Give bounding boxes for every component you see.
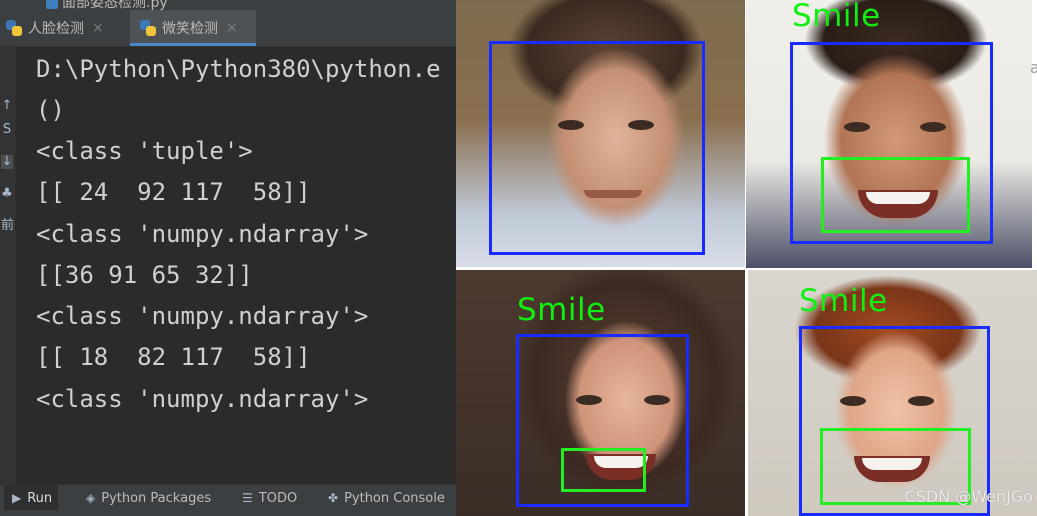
- scroll-up-icon[interactable]: ↑: [1, 99, 13, 113]
- smile-label: Smile: [517, 292, 606, 328]
- list-icon: ☰: [242, 491, 253, 505]
- smile-label: Smile: [799, 283, 888, 319]
- close-icon[interactable]: ×: [92, 20, 104, 36]
- partial-file-tab-label: 面部姿态检测.py: [62, 0, 168, 10]
- run-icon: ▶: [12, 491, 22, 505]
- console-line: <class 'tuple'>: [36, 137, 253, 165]
- face-bounding-box: [489, 41, 705, 255]
- python-file-icon: [46, 0, 58, 9]
- packages-icon: ◈: [86, 491, 96, 505]
- tab-label: 微笑检测: [162, 21, 218, 37]
- soft-wrap-icon[interactable]: S: [1, 123, 13, 137]
- status-strip: [0, 510, 456, 516]
- console-line: [[ 24 92 117 58]]: [36, 178, 311, 206]
- scroll-to-end-icon[interactable]: ↓: [1, 155, 13, 169]
- pin-icon[interactable]: 前: [1, 219, 14, 233]
- detection-result-image: Smile Smile Smile a CSDN @WenJGo: [456, 0, 1037, 516]
- tool-window-bar: ▶ Run ◈ Python Packages ☰ TODO ✤ Python …: [0, 484, 456, 511]
- python-file-icon: [6, 20, 22, 36]
- run-tab-label: Run: [27, 490, 53, 506]
- tab-smile-detection[interactable]: 微笑检测 ×: [130, 10, 256, 46]
- smile-bounding-box: [561, 448, 646, 492]
- python-icon: ✤: [328, 491, 339, 505]
- python-packages-tab-label: Python Packages: [101, 490, 212, 506]
- console-line: [[36 91 65 32]]: [36, 261, 253, 289]
- edge-text: a: [1030, 58, 1037, 77]
- tab-label: 人脸检测: [28, 21, 84, 37]
- todo-tab[interactable]: ☰ TODO: [242, 485, 297, 511]
- editor-tab-bar: 人脸检测 × 微笑检测 ×: [0, 10, 456, 47]
- settings-icon[interactable]: ♣: [1, 187, 13, 201]
- console-line: D:\Python\Python380\python.e: [36, 55, 441, 83]
- python-packages-tab[interactable]: ◈ Python Packages: [86, 485, 211, 511]
- run-toolbar-gutter: ↑ S ↓ ♣ 前: [0, 47, 15, 484]
- console-line: <class 'numpy.ndarray'>: [36, 220, 369, 248]
- todo-tab-label: TODO: [258, 490, 298, 506]
- partial-file-tab[interactable]: 面部姿态检测.py: [0, 0, 456, 10]
- python-file-icon: [140, 20, 156, 36]
- smile-bounding-box: [821, 157, 970, 233]
- console-line: <class 'numpy.ndarray'>: [36, 385, 369, 413]
- tab-face-detection[interactable]: 人脸检测 ×: [6, 10, 124, 46]
- run-tab[interactable]: ▶ Run: [4, 485, 59, 511]
- python-console-tab-label: Python Console: [344, 490, 445, 506]
- smile-label: Smile: [792, 0, 881, 34]
- watermark: CSDN @WenJGo: [904, 487, 1033, 506]
- console-line: <class 'numpy.ndarray'>: [36, 302, 369, 330]
- console-line: [[ 18 82 117 58]]: [36, 343, 311, 371]
- run-console-output[interactable]: D:\Python\Python380\python.e () <class '…: [15, 47, 456, 484]
- python-console-tab[interactable]: ✤ Python Console: [328, 485, 445, 511]
- close-icon[interactable]: ×: [226, 20, 238, 36]
- console-line: (): [36, 96, 65, 124]
